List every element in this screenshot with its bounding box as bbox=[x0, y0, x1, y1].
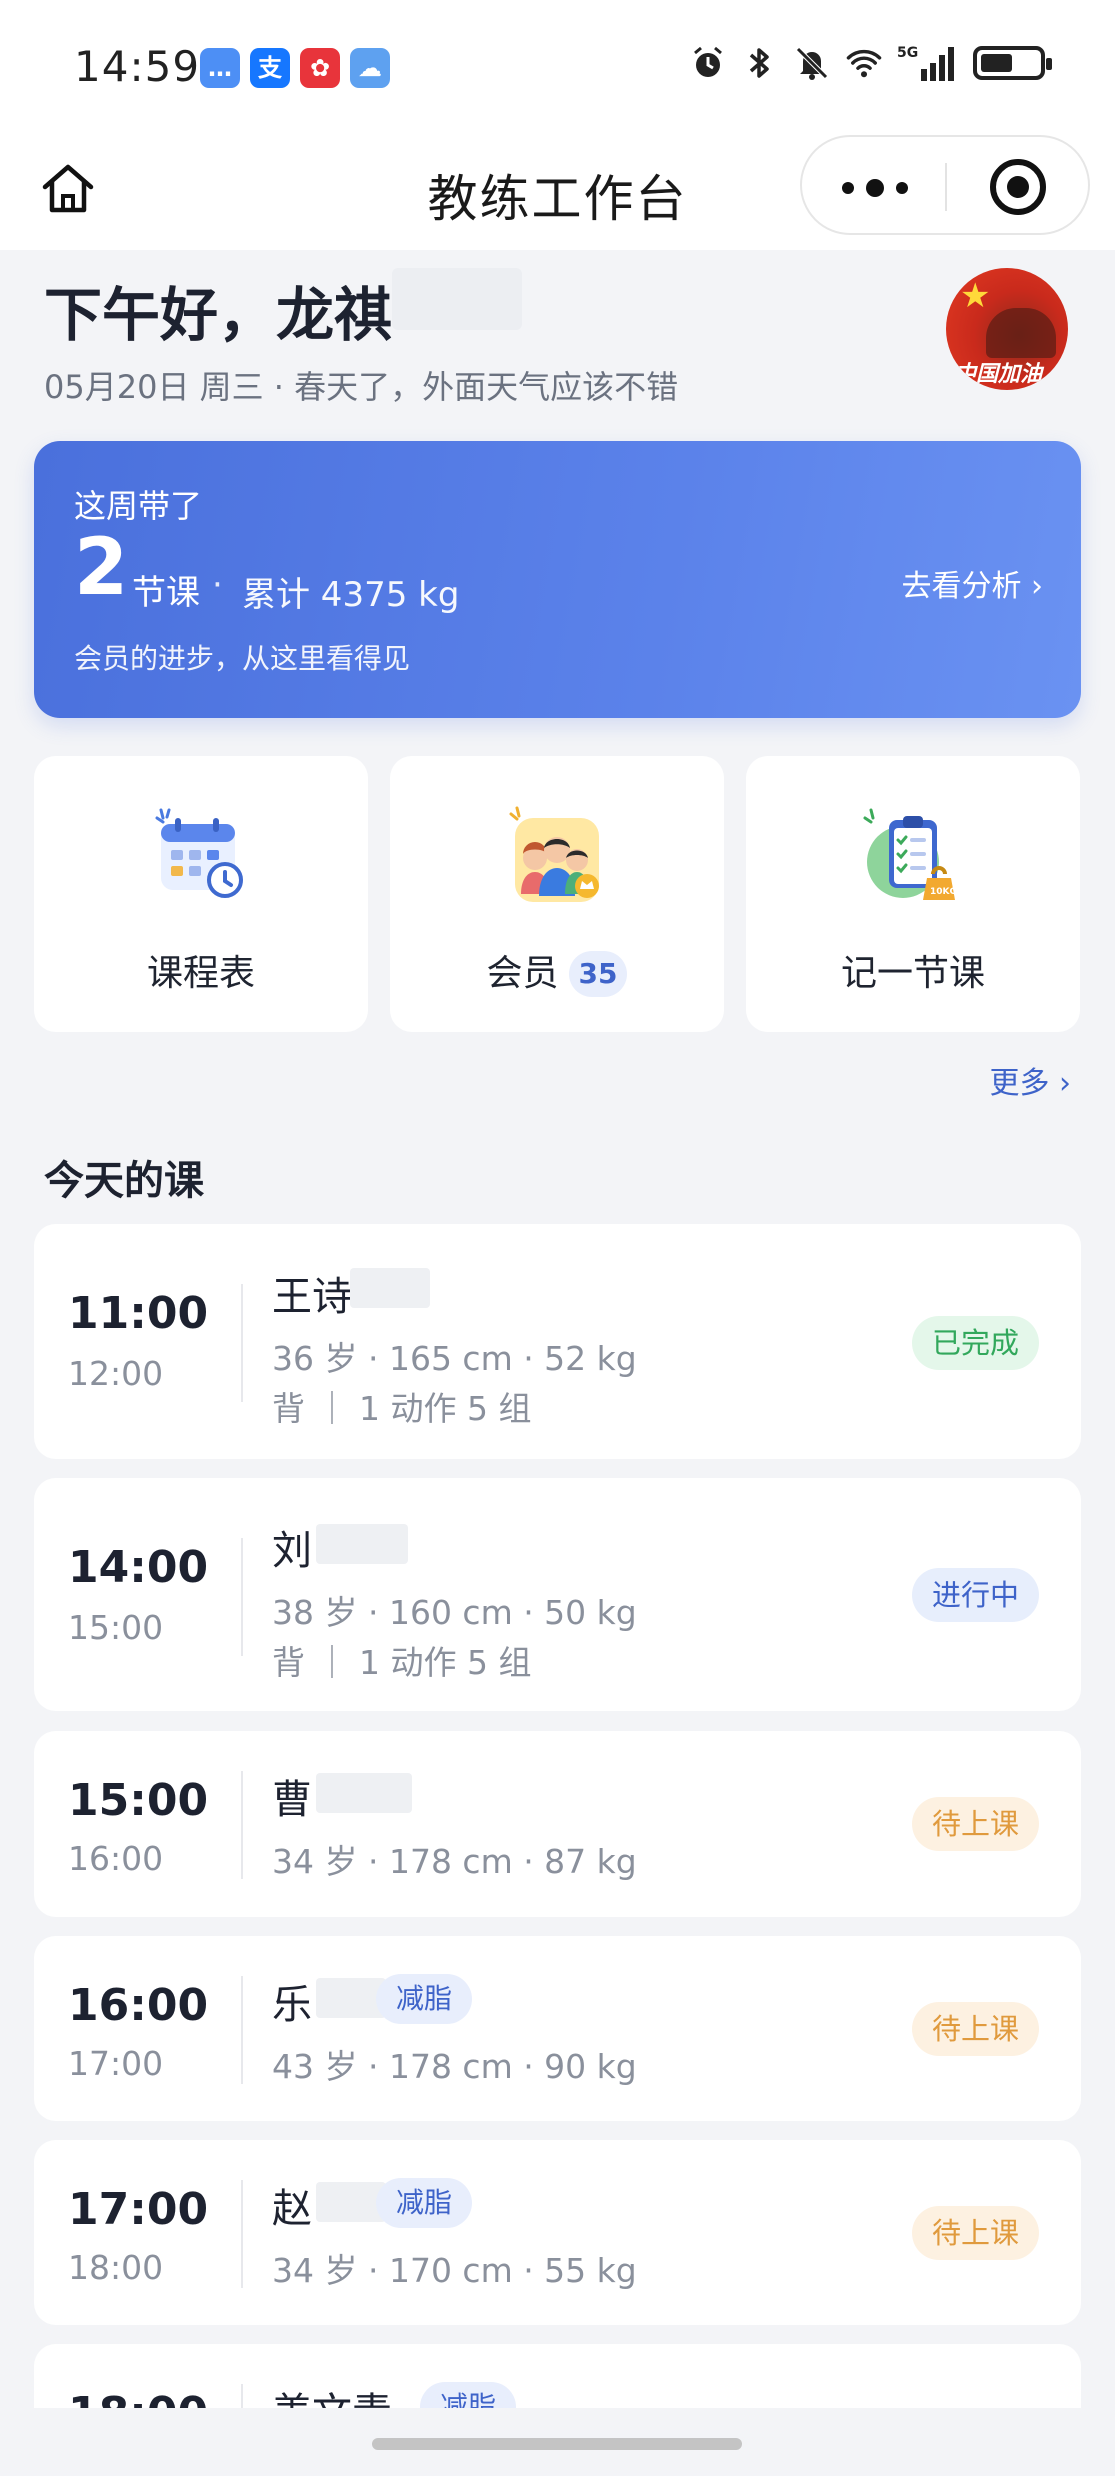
name-redaction bbox=[316, 1773, 412, 1813]
lesson-start-time: 17:00 bbox=[68, 2184, 209, 2235]
lesson-start-time: 15:00 bbox=[68, 1775, 209, 1826]
weekly-summary-card[interactable]: 这周带了 2 节课 · 累计 4375 kg 会员的进步，从这里看得见 去看分析… bbox=[34, 441, 1081, 718]
summary-separator: · bbox=[212, 565, 223, 605]
goal-tag: 减脂 bbox=[376, 1974, 473, 2024]
status-time: 14:59 bbox=[74, 42, 201, 91]
member-name: 王诗 bbox=[272, 1274, 352, 1320]
capsule-divider bbox=[945, 163, 947, 211]
taobao-icon: ✿ bbox=[300, 48, 340, 88]
greeting-subtitle: 05月20日 周三 · 春天了，外面天气应该不错 bbox=[44, 368, 679, 406]
lesson-end-time: 15:00 bbox=[68, 1608, 164, 1647]
close-miniprogram-icon[interactable] bbox=[990, 159, 1046, 215]
summary-caption: 会员的进步，从这里看得见 bbox=[74, 642, 411, 675]
lesson-card[interactable]: 11:00 12:00 王诗 36 岁 · 165 cm · 52 kg 背 ｜… bbox=[34, 1224, 1081, 1459]
calendar-icon bbox=[155, 808, 243, 898]
mini-program-capsule bbox=[800, 135, 1090, 235]
name-redaction bbox=[350, 1268, 430, 1308]
lesson-end-time: 12:00 bbox=[68, 1354, 164, 1393]
status-badge: 已完成 bbox=[911, 1316, 1039, 1370]
lesson-count: 2 bbox=[74, 523, 129, 613]
member-name: 曹 bbox=[272, 1777, 312, 1823]
view-analysis-link[interactable]: 去看分析 › bbox=[901, 561, 1043, 605]
status-badge: 待上课 bbox=[911, 2206, 1039, 2260]
member-name: 乐 bbox=[272, 1982, 312, 2028]
lesson-unit: 节课 bbox=[132, 573, 200, 613]
lesson-card[interactable]: 17:00 18:00 赵 减脂 34 岁 · 170 cm · 55 kg 待… bbox=[34, 2140, 1081, 2325]
tile-members-label: 会员 35 bbox=[390, 944, 724, 997]
avatar[interactable]: ★ 中国加油 bbox=[946, 268, 1068, 390]
tile-schedule-label: 课程表 bbox=[146, 953, 255, 994]
member-stats: 43 岁 · 178 cm · 90 kg bbox=[272, 2047, 637, 2086]
tile-members[interactable]: 会员 35 bbox=[390, 756, 724, 1032]
battery-icon bbox=[973, 46, 1052, 80]
mute-icon bbox=[793, 44, 831, 82]
section-title: 今天的课 bbox=[44, 1158, 204, 1204]
nav-bar: 教练工作台 bbox=[0, 135, 1115, 250]
tile-schedule[interactable]: 课程表 bbox=[34, 756, 368, 1032]
lesson-end-time: 16:00 bbox=[68, 1839, 164, 1878]
wifi-icon bbox=[845, 44, 883, 82]
avatar-caption: 中国加油 bbox=[954, 362, 1043, 387]
home-indicator bbox=[0, 2408, 1115, 2476]
lesson-start-time: 11:00 bbox=[68, 1288, 209, 1339]
greeting-title: 下午好，龙祺 bbox=[44, 281, 393, 349]
tile-log-lesson[interactable]: 10KG 记一节课 bbox=[746, 756, 1080, 1032]
alarm-icon bbox=[689, 44, 727, 82]
member-stats: 38 岁 · 160 cm · 50 kg bbox=[272, 1593, 637, 1632]
member-stats: 34 岁 · 178 cm · 87 kg bbox=[272, 1842, 637, 1881]
bluetooth-icon bbox=[741, 44, 779, 82]
svg-text:10KG: 10KG bbox=[930, 887, 957, 897]
lesson-card[interactable]: 15:00 16:00 曹 34 岁 · 178 cm · 87 kg 待上课 bbox=[34, 1731, 1081, 1917]
clipboard-icon: 10KG bbox=[863, 808, 957, 900]
more-options-icon[interactable] bbox=[842, 179, 908, 197]
lesson-start-time: 16:00 bbox=[68, 1980, 209, 2031]
weather-icon: ☁ bbox=[350, 48, 390, 88]
lesson-detail: 背 ｜ 1 动作 5 组 bbox=[272, 1643, 532, 1682]
member-name: 刘 bbox=[272, 1528, 312, 1574]
name-redaction bbox=[392, 268, 522, 330]
status-badge: 待上课 bbox=[911, 1797, 1039, 1851]
lesson-card[interactable]: 14:00 15:00 刘 38 岁 · 160 cm · 50 kg 背 ｜ … bbox=[34, 1478, 1081, 1711]
status-bar: 14:59 … 支 ✿ ☁ 5G bbox=[0, 0, 1115, 135]
status-badge: 进行中 bbox=[911, 1568, 1039, 1622]
star-icon: ★ bbox=[960, 276, 991, 316]
alipay-icon: 支 bbox=[250, 48, 290, 88]
member-name: 赵 bbox=[272, 2186, 312, 2232]
lesson-end-time: 18:00 bbox=[68, 2248, 164, 2287]
status-badge: 待上课 bbox=[911, 2002, 1039, 2056]
message-icon: … bbox=[200, 48, 240, 88]
summary-heading: 这周带了 bbox=[74, 487, 203, 525]
member-stats: 36 岁 · 165 cm · 52 kg bbox=[272, 1339, 637, 1378]
network-label: 5G bbox=[897, 45, 918, 61]
lesson-detail: 背 ｜ 1 动作 5 组 bbox=[272, 1389, 532, 1428]
goal-tag: 减脂 bbox=[376, 2178, 473, 2228]
members-icon bbox=[509, 806, 599, 902]
more-link[interactable]: 更多 › bbox=[989, 1058, 1071, 1102]
member-stats: 34 岁 · 170 cm · 55 kg bbox=[272, 2251, 637, 2290]
member-count-badge: 35 bbox=[568, 951, 628, 997]
tile-log-lesson-label: 记一节课 bbox=[840, 953, 985, 994]
lesson-card[interactable]: 16:00 17:00 乐 减脂 43 岁 · 178 cm · 90 kg 待… bbox=[34, 1936, 1081, 2121]
name-redaction bbox=[316, 1524, 408, 1564]
signal-icon: 5G bbox=[897, 44, 959, 82]
lesson-start-time: 14:00 bbox=[68, 1542, 209, 1593]
total-weight: 累计 4375 kg bbox=[242, 575, 460, 615]
lesson-end-time: 17:00 bbox=[68, 2044, 164, 2083]
